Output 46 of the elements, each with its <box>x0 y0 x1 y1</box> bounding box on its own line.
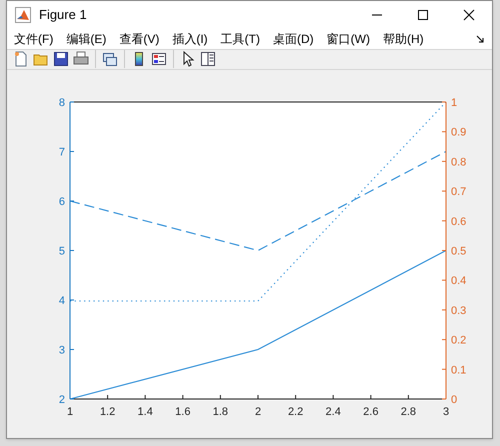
new-file-icon[interactable] <box>13 51 29 68</box>
menu-item[interactable]: 插入(I) <box>172 30 208 48</box>
menu-item[interactable]: 查看(V) <box>119 30 160 48</box>
tick-label: 1.6 <box>175 406 190 418</box>
tick-label: 1 <box>451 97 458 109</box>
tick-label: 8 <box>58 97 65 109</box>
menu-item[interactable]: 帮助(H) <box>382 30 424 48</box>
tick-label: 0.1 <box>451 364 466 376</box>
tick-label: 1 <box>66 406 74 418</box>
save-icon[interactable] <box>53 51 69 68</box>
menu-item[interactable]: 工具(T) <box>220 30 260 48</box>
tick-label: 2.2 <box>288 406 304 418</box>
dock-arrow-icon[interactable] <box>476 34 484 43</box>
tick-label: 0.4 <box>451 275 466 288</box>
panel-icon[interactable] <box>200 51 216 68</box>
tick-label: 0.3 <box>451 304 466 317</box>
legend-icon[interactable] <box>151 51 167 68</box>
tick-label: 2 <box>254 406 262 418</box>
menu-item[interactable]: 编辑(E) <box>66 30 106 48</box>
tick-label: 2.4 <box>326 406 341 418</box>
print-icon[interactable] <box>73 51 89 68</box>
tick-label: 0 <box>451 394 458 406</box>
tick-label: 0.5 <box>451 246 466 258</box>
menu-item[interactable]: 文件(F) <box>14 30 54 48</box>
window-title: Figure 1 <box>39 6 87 24</box>
tick-label: 0.9 <box>451 126 466 139</box>
windows-icon[interactable] <box>102 51 118 68</box>
tick-label: 5 <box>58 246 65 258</box>
tick-label: 1.2 <box>100 406 116 418</box>
tick-label: 0.6 <box>451 216 466 228</box>
menu-item[interactable]: 桌面(D) <box>272 30 314 48</box>
tick-label: 6 <box>58 196 65 208</box>
tick-label: 1.4 <box>138 406 153 418</box>
tick-label: 3 <box>442 406 450 418</box>
tick-label: 0.2 <box>451 334 466 347</box>
tick-label: 7 <box>58 146 65 158</box>
tick-label: 3 <box>58 344 65 356</box>
tick-label: 2 <box>58 394 65 406</box>
tick-label: 2.8 <box>400 406 416 418</box>
tick-label: 4 <box>58 295 65 307</box>
tick-label: 1.8 <box>212 406 228 418</box>
tick-label: 2.6 <box>363 406 378 418</box>
tick-label: 0.8 <box>451 156 466 168</box>
menu-item[interactable]: 窗口(W) <box>326 30 370 48</box>
app-logo-icon <box>15 7 31 23</box>
tick-label: 0.7 <box>451 186 466 198</box>
